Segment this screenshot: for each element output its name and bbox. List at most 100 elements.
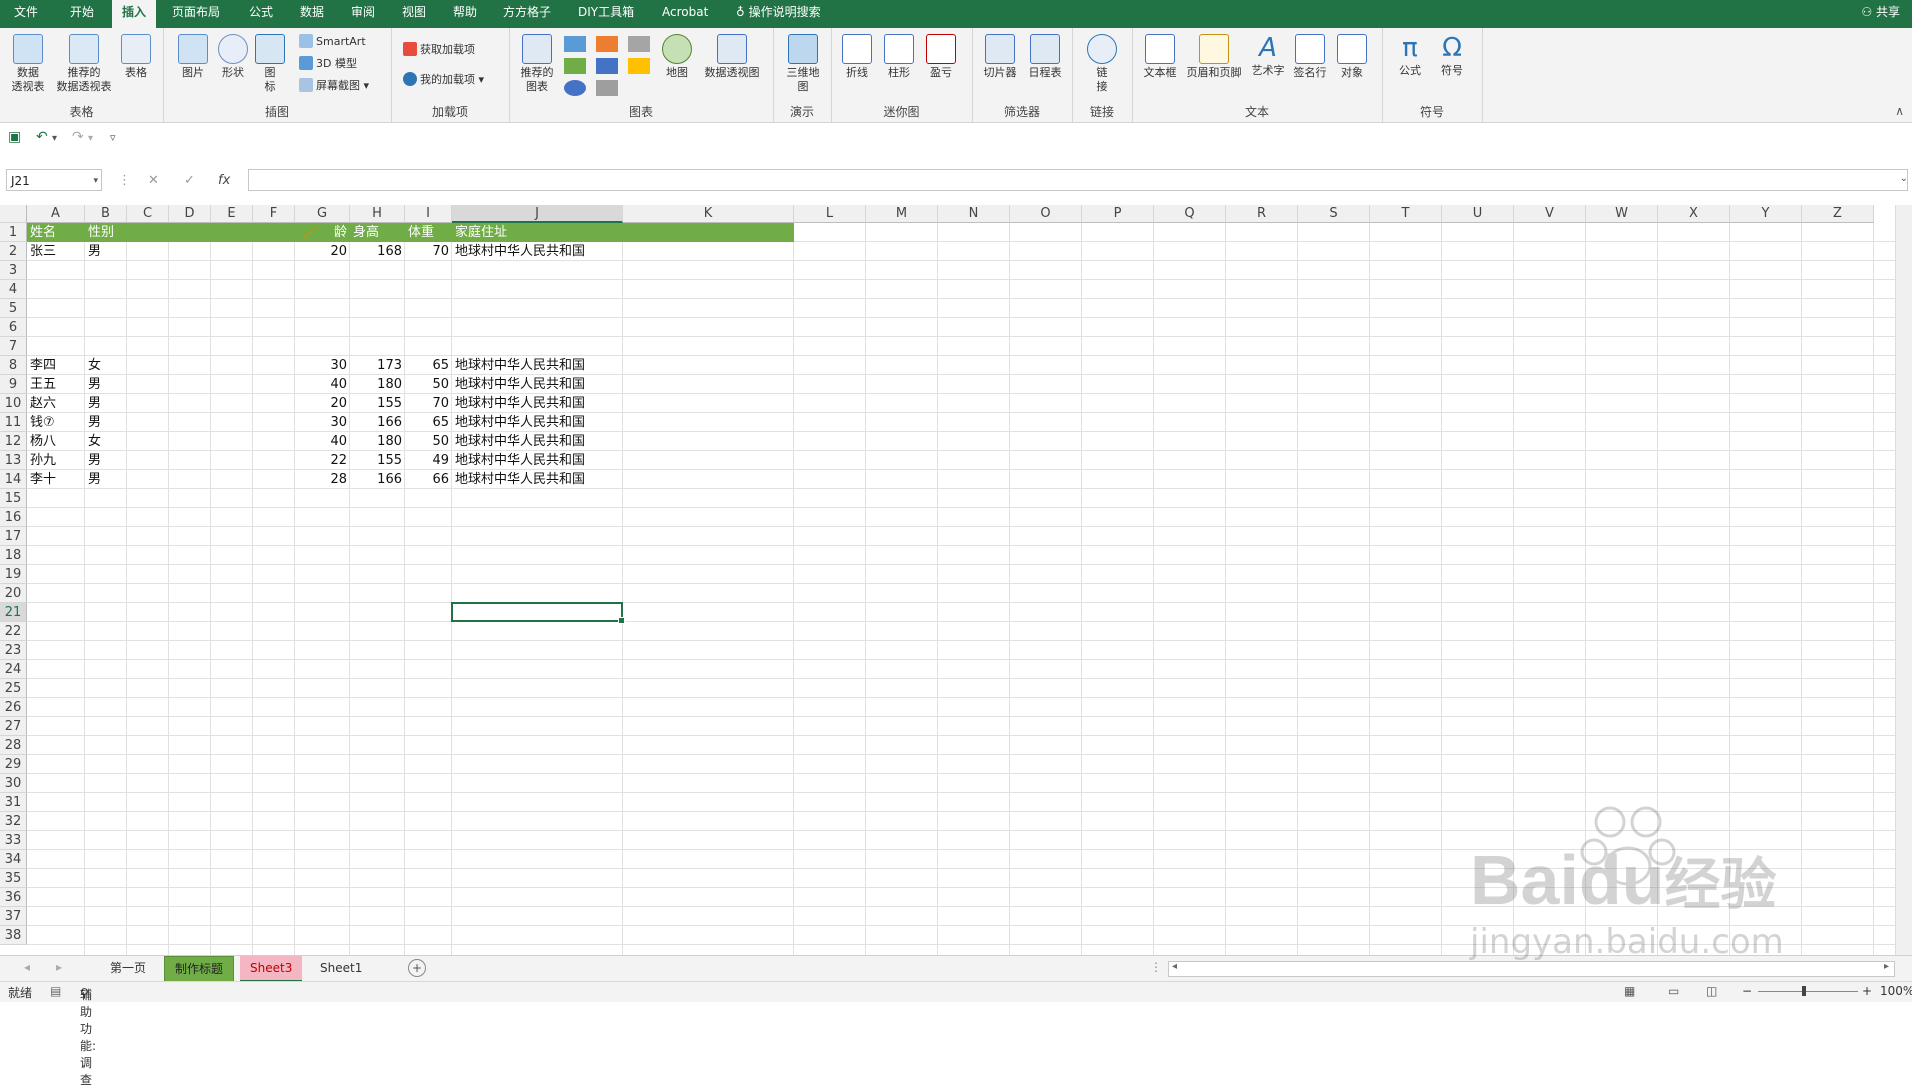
tab-page-layout[interactable]: 页面布局 <box>172 0 220 28</box>
redo-icon[interactable]: ↷ <box>72 129 84 145</box>
tab-view[interactable]: 视图 <box>402 0 426 28</box>
cell-sex[interactable]: 男 <box>85 375 127 394</box>
cell-height[interactable]: 166 <box>350 413 405 432</box>
tab-formulas[interactable]: 公式 <box>249 0 273 28</box>
chart-type-gallery[interactable] <box>564 34 654 98</box>
row-header-22[interactable]: 22 <box>0 622 27 641</box>
tab-insert[interactable]: 插入 <box>112 0 157 28</box>
3d-map-button[interactable]: 三维地 图 <box>783 34 823 94</box>
insert-function-icon[interactable]: fx <box>218 173 230 188</box>
zoom-level[interactable]: 100% <box>1880 984 1912 998</box>
row-header-27[interactable]: 27 <box>0 717 27 736</box>
row-header-10[interactable]: 10 <box>0 394 27 413</box>
zoom-out-icon[interactable]: − <box>1742 984 1752 998</box>
expand-formula-icon[interactable]: ⌄ <box>1900 173 1908 184</box>
row-header-31[interactable]: 31 <box>0 793 27 812</box>
header-cell-A[interactable]: 姓名 <box>27 223 85 242</box>
column-header-K[interactable]: K <box>623 205 794 223</box>
table-button[interactable]: 表格 <box>118 34 154 80</box>
line-chart-icon[interactable] <box>564 58 586 74</box>
collapse-ribbon-icon[interactable]: ∧ <box>1895 104 1904 118</box>
cell-sex[interactable]: 女 <box>85 356 127 375</box>
cell-address[interactable]: 地球村中华人民共和国 <box>452 242 623 261</box>
cell-name[interactable]: 李十 <box>27 470 85 489</box>
pictures-button[interactable]: 图片 <box>175 34 211 80</box>
header-cell-H[interactable]: 身高 <box>350 223 405 242</box>
wordart-button[interactable]: A 艺术字 <box>1248 34 1288 78</box>
select-all-corner[interactable] <box>0 205 27 223</box>
row-header-3[interactable]: 3 <box>0 261 27 280</box>
column-header-T[interactable]: T <box>1370 205 1442 223</box>
row-header-33[interactable]: 33 <box>0 831 27 850</box>
cell-address[interactable]: 地球村中华人民共和国 <box>452 413 623 432</box>
column-chart-icon[interactable] <box>564 36 586 52</box>
cell-age[interactable]: 30 <box>295 413 350 432</box>
cell-sex[interactable]: 女 <box>85 432 127 451</box>
shapes-button[interactable]: 形状 <box>215 34 251 80</box>
formula-input[interactable] <box>248 169 1908 191</box>
row-header-21[interactable]: 21 <box>0 603 27 622</box>
row-header-4[interactable]: 4 <box>0 280 27 299</box>
cell-name[interactable]: 孙九 <box>27 451 85 470</box>
signature-line-button[interactable]: 签名行 <box>1290 34 1330 80</box>
tab-diy-toolbox[interactable]: DIY工具箱 <box>578 0 634 28</box>
sheet-tab-title[interactable]: 制作标题 <box>164 956 235 982</box>
timeline-button[interactable]: 日程表 <box>1024 34 1066 80</box>
cell-name[interactable]: 钱⑦ <box>27 413 85 432</box>
cell-height[interactable]: 168 <box>350 242 405 261</box>
worksheet-grid[interactable]: ABCDEFGHIJKLMNOPQRSTUVWXYZ 1 2 3 4 5 6 7 8 9 10 11… <box>0 205 1896 955</box>
name-box[interactable]: J21 ▾ <box>6 169 102 191</box>
recommended-pivot-button[interactable]: 推荐的 数据透视表 <box>52 34 116 94</box>
cell-age[interactable]: 40 <box>295 432 350 451</box>
column-header-Q[interactable]: Q <box>1154 205 1226 223</box>
equation-button[interactable]: π 公式 <box>1390 34 1430 78</box>
row-header-26[interactable]: 26 <box>0 698 27 717</box>
row-header-28[interactable]: 28 <box>0 736 27 755</box>
column-header-M[interactable]: M <box>866 205 938 223</box>
cell-age[interactable]: 20 <box>295 394 350 413</box>
cell-name[interactable]: 王五 <box>27 375 85 394</box>
name-box-dropdown-icon[interactable]: ▾ <box>93 170 98 192</box>
row-header-25[interactable]: 25 <box>0 679 27 698</box>
tab-data[interactable]: 数据 <box>300 0 324 28</box>
cell-name[interactable]: 杨八 <box>27 432 85 451</box>
row-header-8[interactable]: 8 <box>0 356 27 375</box>
smartart-button[interactable]: SmartArt <box>299 32 366 52</box>
column-header-D[interactable]: D <box>169 205 211 223</box>
pivot-table-button[interactable]: 数据 透视表 <box>6 34 50 94</box>
save-icon[interactable]: ▣ <box>8 129 21 145</box>
header-cell-B[interactable]: 性别 <box>85 223 127 242</box>
macro-record-icon[interactable]: ▤ <box>50 984 61 998</box>
cell-address[interactable]: 地球村中华人民共和国 <box>452 356 623 375</box>
cell-height[interactable]: 180 <box>350 432 405 451</box>
scatter-chart-icon[interactable] <box>596 80 618 96</box>
split-handle-icon[interactable]: ⋮ <box>1150 960 1162 974</box>
row-header-13[interactable]: 13 <box>0 451 27 470</box>
cell-address[interactable]: 地球村中华人民共和国 <box>452 432 623 451</box>
row-header-9[interactable]: 9 <box>0 375 27 394</box>
tab-acrobat[interactable]: Acrobat <box>662 0 708 28</box>
cell-age[interactable]: 28 <box>295 470 350 489</box>
cell-height[interactable]: 173 <box>350 356 405 375</box>
column-header-H[interactable]: H <box>350 205 405 223</box>
textbox-button[interactable]: 文本框 <box>1140 34 1180 80</box>
statistic-chart-icon[interactable] <box>596 58 618 74</box>
column-header-U[interactable]: U <box>1442 205 1514 223</box>
cell-address[interactable]: 地球村中华人民共和国 <box>452 375 623 394</box>
row-header-37[interactable]: 37 <box>0 907 27 926</box>
header-cell-J[interactable]: 家庭住址 <box>452 223 623 242</box>
row-header-20[interactable]: 20 <box>0 584 27 603</box>
column-header-J[interactable]: J <box>452 205 623 223</box>
cell-height[interactable]: 155 <box>350 394 405 413</box>
cell-sex[interactable]: 男 <box>85 413 127 432</box>
cell-name[interactable]: 张三 <box>27 242 85 261</box>
row-header-2[interactable]: 2 <box>0 242 27 261</box>
cell-weight[interactable]: 50 <box>405 432 452 451</box>
cell-age[interactable]: 40 <box>295 375 350 394</box>
row-header-15[interactable]: 15 <box>0 489 27 508</box>
zoom-slider-thumb[interactable] <box>1802 986 1806 996</box>
row-header-7[interactable]: 7 <box>0 337 27 356</box>
cell-weight[interactable]: 65 <box>405 413 452 432</box>
cell-age[interactable]: 22 <box>295 451 350 470</box>
tab-help[interactable]: 帮助 <box>453 0 477 28</box>
